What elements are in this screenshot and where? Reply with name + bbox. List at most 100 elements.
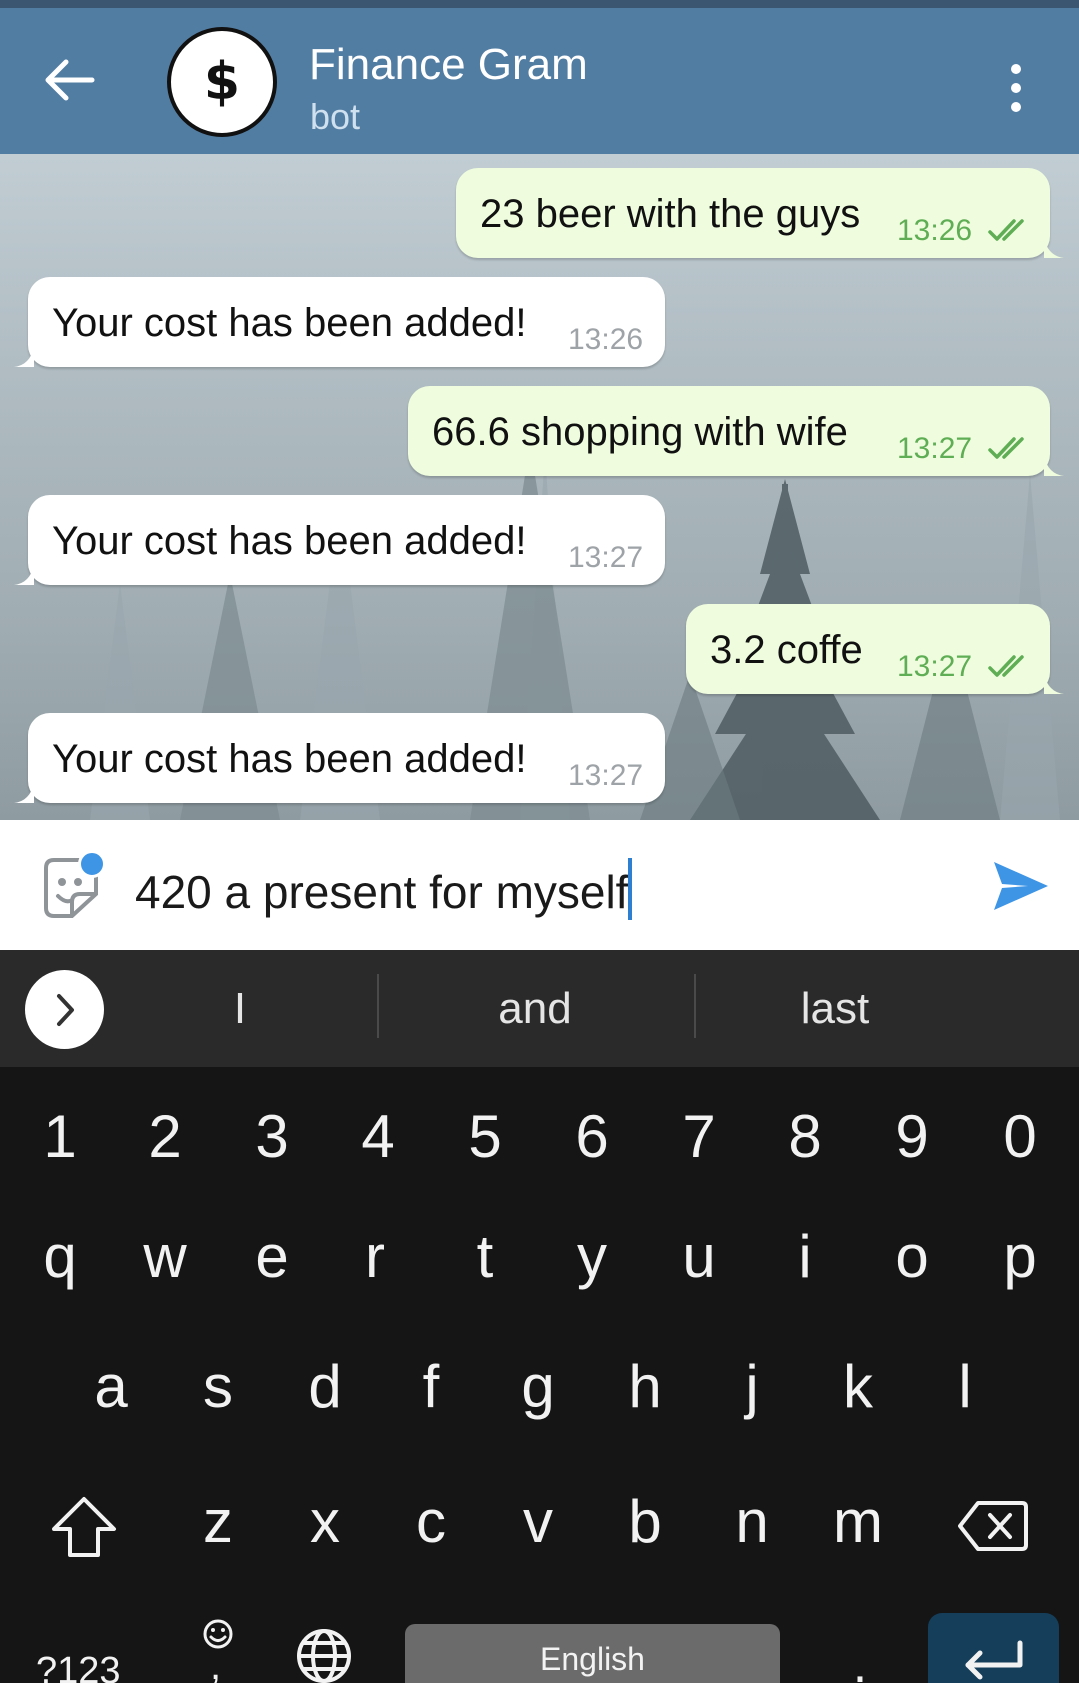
emoji-comma-key[interactable]: , [198,1614,238,1683]
message-time: 13:26 [568,323,644,356]
key-l[interactable]: l [920,1357,1010,1417]
globe-icon [297,1629,351,1683]
key-s[interactable]: s [173,1357,263,1417]
message-text: 3.2 coffe [710,628,863,672]
kebab-menu-icon [1000,64,1032,112]
bubble-tail [14,783,34,803]
outgoing-message[interactable]: 23 beer with the guys 13:26 [456,168,1064,258]
more-options-button[interactable] [1000,64,1032,114]
key-n[interactable]: n [707,1492,797,1552]
enter-key[interactable] [928,1613,1059,1683]
key-t[interactable]: t [440,1227,530,1287]
key-q[interactable]: q [15,1227,105,1287]
key-8[interactable]: 8 [760,1107,850,1167]
chat-subtitle: bot [310,96,361,137]
key-u[interactable]: u [654,1227,744,1287]
incoming-message[interactable]: Your cost has been added! 13:26 [14,277,665,367]
key-1[interactable]: 1 [15,1107,105,1167]
suggestion-item[interactable]: I [180,984,300,1034]
message-time: 13:27 [897,650,973,683]
key-6[interactable]: 6 [547,1107,637,1167]
double-check-icon [988,655,1024,677]
double-check-icon [988,437,1024,459]
send-button[interactable] [992,860,1050,912]
message-text: Your cost has been added! [52,737,527,781]
message-input-value: 420 a present for myself [135,866,629,918]
chat-title[interactable]: Finance Gram [309,40,588,90]
key-d[interactable]: d [280,1357,370,1417]
outgoing-message[interactable]: 3.2 coffe 13:27 [686,604,1064,694]
suggestion-item[interactable]: last [745,984,925,1034]
bot-avatar[interactable]: $ [167,27,277,137]
send-icon [994,862,1048,910]
message-time: 13:27 [568,759,644,792]
arrow-left-icon [45,59,95,101]
message-composer: 420 a present for myself [0,820,1079,950]
bubble-tail [1044,238,1064,258]
space-key[interactable]: English [405,1624,780,1683]
key-j[interactable]: j [707,1357,797,1417]
double-check-icon [988,219,1024,241]
message-time: 13:27 [568,541,644,574]
key-e[interactable]: e [227,1227,317,1287]
bubble-tail [1044,456,1064,476]
key-z[interactable]: z [173,1492,263,1552]
suggestion-divider [694,974,696,1038]
key-r[interactable]: r [330,1227,420,1287]
key-3[interactable]: 3 [227,1107,317,1167]
key-y[interactable]: y [547,1227,637,1287]
text-caret [628,858,633,920]
key-0[interactable]: 0 [975,1107,1065,1167]
suggestion-item[interactable]: and [440,984,630,1034]
message-list[interactable]: 23 beer with the guys 13:26 Your cost ha… [0,154,1079,820]
incoming-message[interactable]: Your cost has been added! 13:27 [14,495,665,585]
key-c[interactable]: c [386,1492,476,1552]
key-4[interactable]: 4 [333,1107,423,1167]
key-2[interactable]: 2 [120,1107,210,1167]
key-a[interactable]: a [66,1357,156,1417]
expand-toolbar-button[interactable] [25,970,104,1049]
key-w[interactable]: w [120,1227,210,1287]
notification-dot [78,850,106,878]
key-m[interactable]: m [813,1492,903,1552]
key-b[interactable]: b [600,1492,690,1552]
key-i[interactable]: i [760,1227,850,1287]
key-9[interactable]: 9 [867,1107,957,1167]
shift-arrow-icon [52,1497,116,1557]
language-key[interactable] [295,1627,353,1683]
enter-icon [965,1640,1023,1680]
bubble-tail [1044,674,1064,694]
outgoing-message[interactable]: 66.6 shopping with wife 13:27 [408,386,1064,476]
key-x[interactable]: x [280,1492,370,1552]
status-strip [0,0,1079,8]
key-v[interactable]: v [493,1492,583,1552]
incoming-message[interactable]: Your cost has been added! 13:27 [14,713,665,803]
key-5[interactable]: 5 [440,1107,530,1167]
message-text: Your cost has been added! [52,301,527,345]
key-h[interactable]: h [600,1357,690,1417]
period-key[interactable]: . [815,1639,905,1683]
symbols-key[interactable]: ?123 [36,1650,121,1683]
soft-keyboard: 1 2 3 4 5 6 7 8 9 0 q w e r t y u i o p … [0,1067,1079,1683]
bubble-tail [14,347,34,367]
key-7[interactable]: 7 [654,1107,744,1167]
chat-header: $ Finance Gram bot [0,8,1079,154]
chevron-right-icon [56,993,74,1026]
message-time: 13:27 [897,432,973,465]
shift-key[interactable] [50,1495,118,1559]
key-p[interactable]: p [975,1227,1065,1287]
message-text: Your cost has been added! [52,519,527,563]
back-button[interactable] [44,58,96,102]
key-g[interactable]: g [493,1357,583,1417]
dollar-icon: $ [203,52,241,112]
message-input[interactable]: 420 a present for myself [135,858,633,920]
bubble-tail [14,565,34,585]
key-f[interactable]: f [386,1357,476,1417]
key-k[interactable]: k [813,1357,903,1417]
message-time: 13:26 [897,214,973,247]
backspace-key[interactable] [958,1499,1028,1553]
backspace-icon [958,1501,1028,1551]
message-text: 66.6 shopping with wife [432,410,848,454]
suggestion-strip: I and last [0,950,1079,1067]
key-o[interactable]: o [867,1227,957,1287]
